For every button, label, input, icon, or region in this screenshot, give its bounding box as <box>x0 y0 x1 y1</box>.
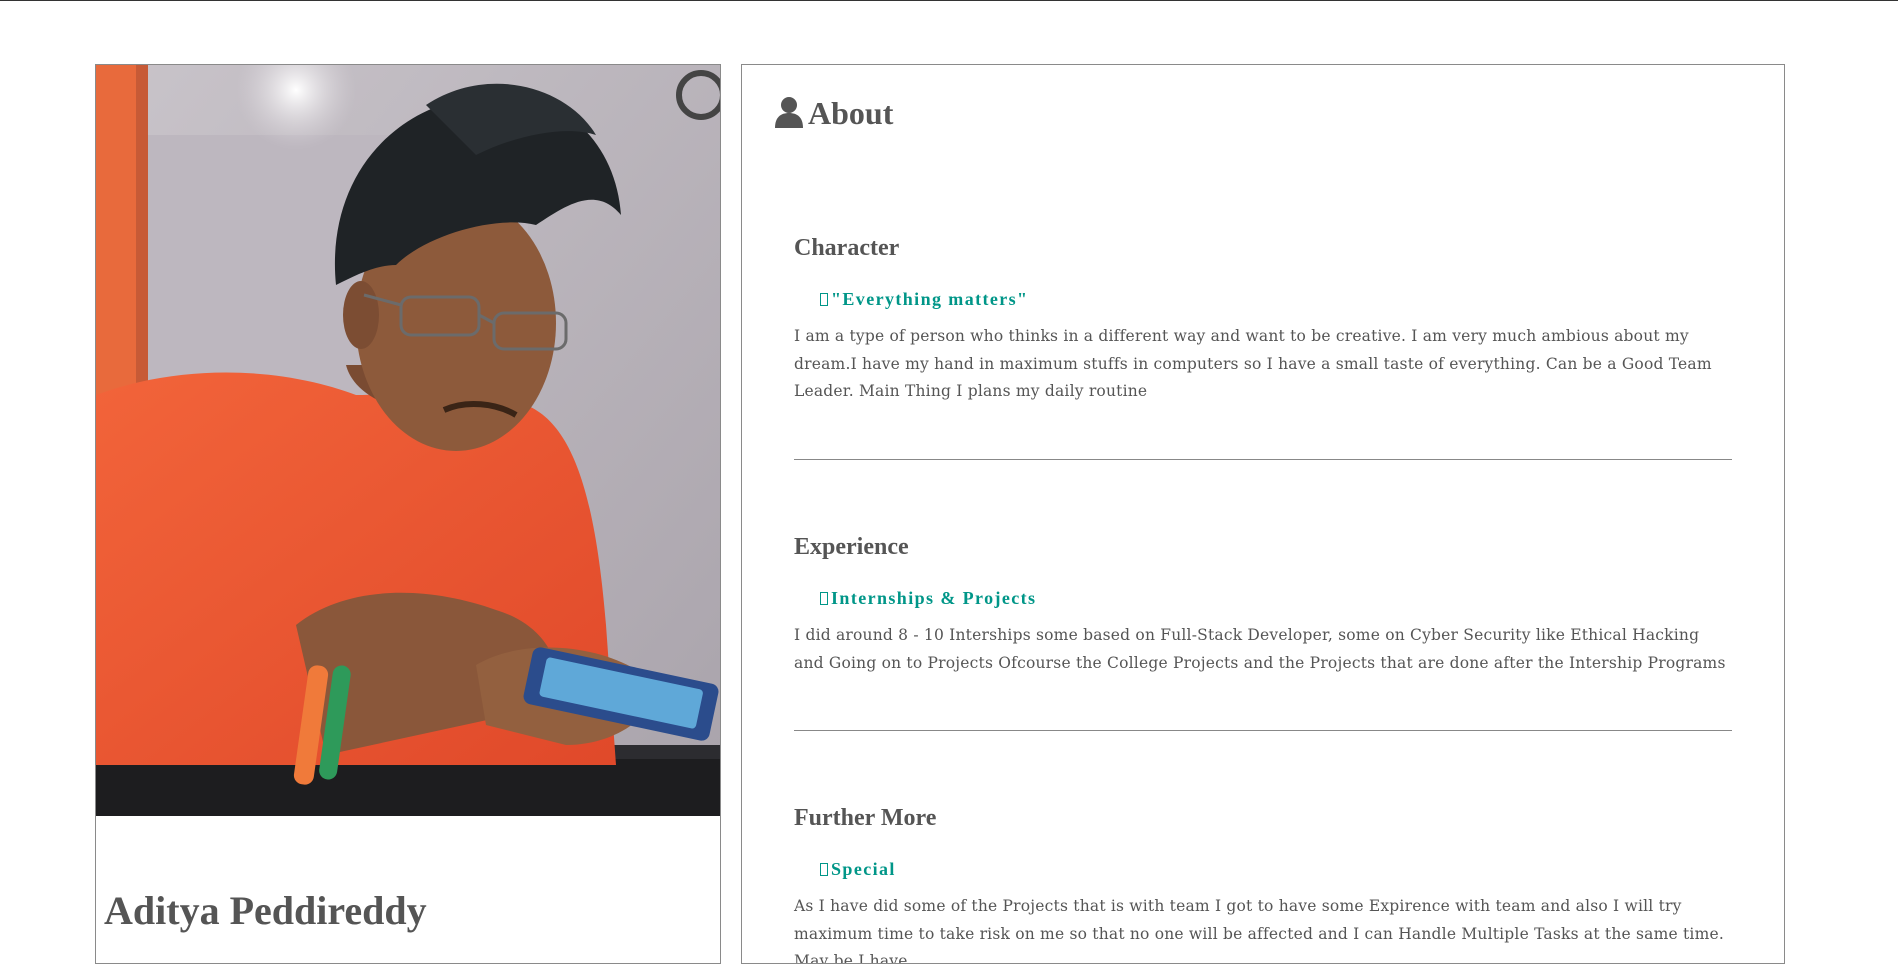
section-body: I did around 8 - 10 Interships some base… <box>794 626 1726 672</box>
about-header: About <box>774 95 893 132</box>
star-icon <box>820 863 828 876</box>
section-subtitle: Special <box>820 859 896 880</box>
about-card: About Character "Everything matters" I a… <box>741 64 1785 964</box>
quote-icon <box>820 293 828 306</box>
user-icon <box>774 96 804 132</box>
top-divider <box>0 0 1898 1</box>
section-title: Experience <box>794 534 909 560</box>
section-body: I am a type of person who thinks in a di… <box>794 327 1712 400</box>
section-experience: Experience Internships & Projects I did … <box>794 532 1732 732</box>
profile-card: Aditya Peddireddy Student <box>95 64 721 964</box>
profile-photo <box>96 65 720 816</box>
section-subtitle: Internships & Projects <box>820 588 1036 609</box>
briefcase-icon <box>820 592 828 605</box>
section-subtitle-text: Internships & Projects <box>831 588 1037 608</box>
section-title: Character <box>794 235 900 261</box>
section-title: Further More <box>794 805 937 831</box>
profile-photo-image <box>96 65 720 816</box>
section-divider <box>794 459 1732 460</box>
section-body: As I have did some of the Projects that … <box>794 897 1724 964</box>
section-subtitle-text: Special <box>831 859 896 879</box>
section-subtitle-text: "Everything matters" <box>831 289 1029 309</box>
profile-name: Aditya Peddireddy <box>104 888 427 933</box>
section-divider <box>794 730 1732 731</box>
section-character: Character "Everything matters" I am a ty… <box>794 233 1732 493</box>
section-further-more: Further More Special As I have did some … <box>794 803 1732 964</box>
about-title: About <box>808 95 894 131</box>
section-subtitle: "Everything matters" <box>820 289 1028 310</box>
